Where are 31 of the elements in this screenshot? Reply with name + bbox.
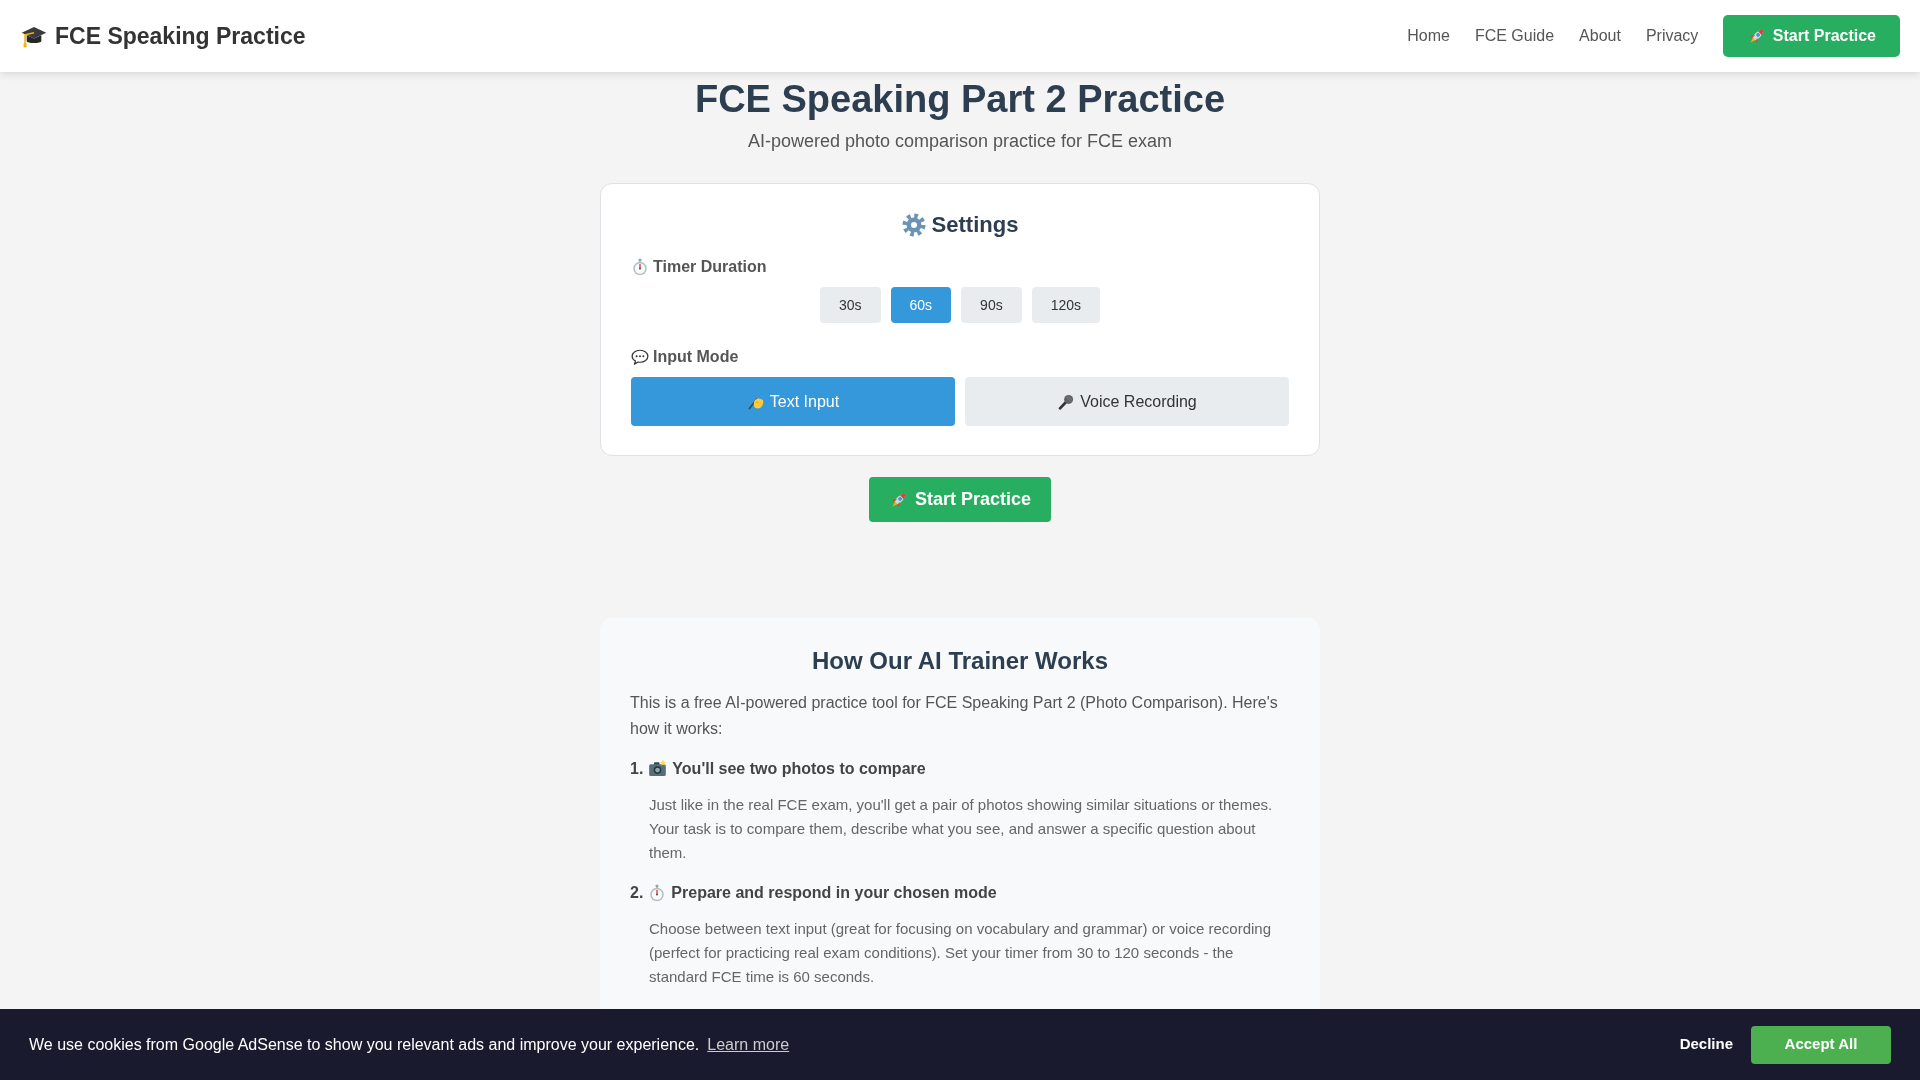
brand-link[interactable]: FCE Speaking Practice bbox=[21, 18, 306, 54]
step-number: 1. bbox=[630, 759, 644, 779]
timer-option-button[interactable]: 30s bbox=[819, 287, 881, 324]
field-label: Timer Duration bbox=[653, 257, 767, 278]
decline-button[interactable]: Decline bbox=[1663, 1025, 1749, 1064]
timer-option-button[interactable]: 90s bbox=[961, 287, 1022, 324]
cookie-message: We use cookies from Google AdSense to show you relevant ads and improve your experience. bbox=[29, 1034, 700, 1055]
input-mode-button[interactable]: Voice Recording bbox=[965, 377, 1289, 427]
stopwatch-icon bbox=[631, 258, 649, 277]
timer-option-button[interactable]: 120s bbox=[1031, 287, 1101, 324]
nav-link[interactable]: Home bbox=[1394, 24, 1463, 48]
page-subtitle: AI-powered photo comparison practice for FCE exam bbox=[746, 129, 1174, 153]
camera-icon bbox=[648, 759, 668, 779]
gear-icon bbox=[901, 212, 926, 237]
nav-link[interactable]: FCE Guide bbox=[1462, 24, 1567, 48]
intro-paragraph: This is a free AI-powered practice tool for FCE Speaking Part 2 (Photo Comparison). Here's how it works: bbox=[630, 693, 1279, 739]
step-description: Just like in the real FCE exam, you'll get a pair of photos showing similar situations or themes. Your task is to compare them, describe what you see, and answer a specific question about them. bbox=[648, 795, 1274, 863]
section-heading: How Our AI Trainer Works bbox=[810, 647, 1110, 676]
settings-heading: Settings bbox=[931, 210, 1019, 239]
step-description: Choose between text input (great for focusing on vocabulary and grammar) or voice recording (perfect for practicing real exam conditions). Set your timer from 30 to 120 seconds - the standard FCE time is 60 seconds. bbox=[648, 919, 1272, 987]
step-title: Prepare and respond in your chosen mode bbox=[671, 883, 997, 903]
stopwatch-icon bbox=[648, 884, 667, 902]
field-label: Input Mode bbox=[653, 347, 739, 368]
speech-bubble-icon bbox=[631, 348, 649, 367]
microphone-icon bbox=[1057, 392, 1076, 411]
nav-link[interactable]: Privacy bbox=[1633, 24, 1711, 48]
page-title: FCE Speaking Part 2 Practice bbox=[693, 77, 1227, 122]
step-number: 2. bbox=[630, 883, 644, 903]
nav-link[interactable]: About bbox=[1566, 24, 1634, 48]
learn-more-link[interactable]: Learn more bbox=[707, 1032, 790, 1057]
step-title: You'll see two photos to compare bbox=[672, 759, 926, 779]
